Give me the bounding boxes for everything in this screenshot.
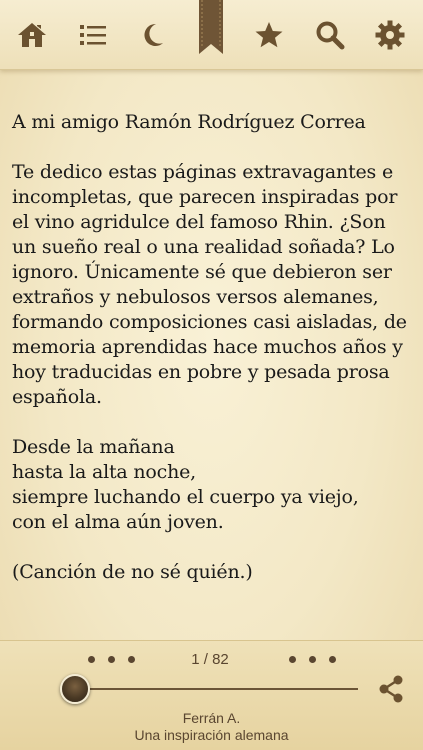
settings-button[interactable] bbox=[373, 18, 407, 52]
book-author: Ferrán A. bbox=[182, 710, 241, 726]
dedication-line: A mi amigo Ramón Rodríguez Correa bbox=[12, 111, 366, 133]
bookmark-ribbon-icon[interactable] bbox=[198, 0, 224, 54]
share-icon[interactable] bbox=[376, 674, 406, 704]
home-button[interactable] bbox=[15, 18, 49, 52]
star-icon bbox=[255, 22, 283, 48]
verse-line: hasta la alta noche, bbox=[12, 461, 197, 483]
previous-page-dots[interactable] bbox=[88, 656, 135, 663]
list-icon bbox=[80, 25, 106, 45]
body-paragraph: Te dedico estas páginas extravagantes e … bbox=[12, 161, 407, 408]
reading-text: A mi amigo Ramón Rodríguez Correa Te ded… bbox=[12, 110, 412, 610]
gear-icon bbox=[375, 20, 405, 50]
home-icon bbox=[18, 23, 46, 47]
night-mode-button[interactable] bbox=[135, 18, 169, 52]
verse-line: con el alma aún joven. bbox=[12, 511, 224, 533]
page-indicator: 1 / 82 bbox=[191, 651, 229, 668]
attribution-line: (Canción de no sé quién.) bbox=[12, 561, 253, 583]
search-button[interactable] bbox=[313, 18, 347, 52]
top-toolbar bbox=[0, 0, 423, 70]
verse-line: siempre luchando el cuerpo ya viejo, bbox=[12, 486, 359, 508]
table-of-contents-button[interactable] bbox=[76, 18, 110, 52]
verse-block: Desde la mañana hasta la alta noche, sie… bbox=[12, 435, 412, 535]
bottom-bar: 1 / 82 Ferrán A. Una inspiración alemana bbox=[0, 640, 423, 750]
book-title: Una inspiración alemana bbox=[134, 727, 289, 743]
favorite-button[interactable] bbox=[252, 18, 286, 52]
next-page-dots[interactable] bbox=[289, 656, 336, 663]
verse-line: Desde la mañana bbox=[12, 436, 175, 458]
search-icon bbox=[316, 21, 345, 50]
page-slider-thumb[interactable] bbox=[59, 674, 90, 704]
moon-icon bbox=[144, 23, 163, 46]
page-slider-track[interactable] bbox=[64, 687, 358, 691]
